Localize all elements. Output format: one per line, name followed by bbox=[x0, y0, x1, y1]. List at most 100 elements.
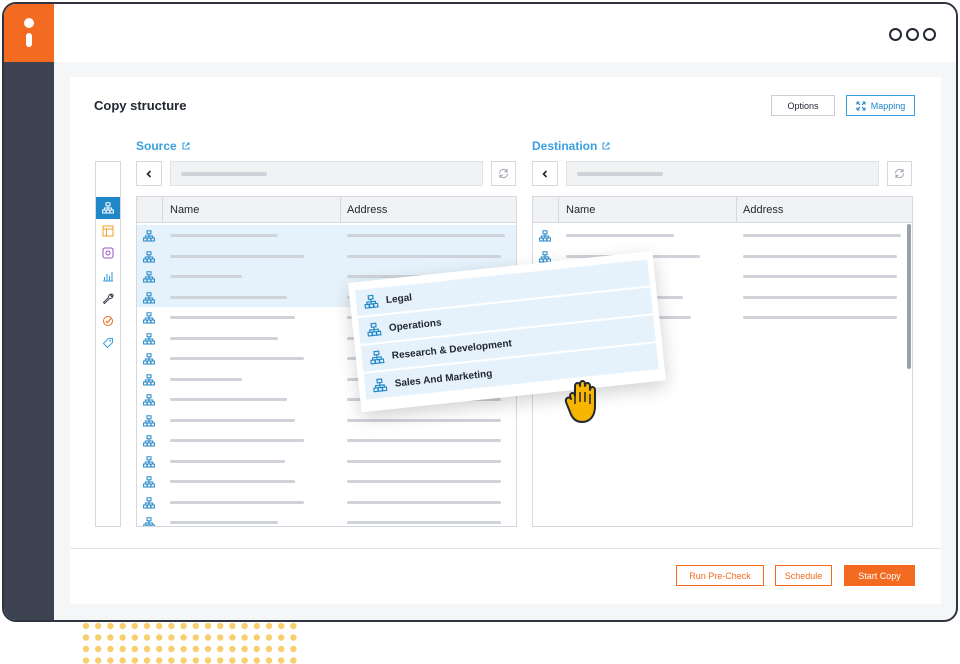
toolbar-item-tag[interactable] bbox=[96, 332, 120, 354]
decor-dot bbox=[180, 634, 187, 641]
decor-dot bbox=[290, 645, 297, 653]
decor-dot bbox=[168, 657, 175, 664]
source-col-address[interactable]: Address bbox=[347, 204, 387, 216]
decor-dot bbox=[131, 657, 138, 664]
source-refresh-button[interactable] bbox=[491, 161, 516, 186]
decor-dot bbox=[241, 622, 248, 630]
decor-dot bbox=[278, 645, 285, 653]
address-placeholder bbox=[743, 234, 901, 237]
decor-dot bbox=[204, 622, 212, 630]
decor-dot bbox=[143, 634, 151, 641]
decor-dot bbox=[107, 634, 114, 641]
toolbar-item-wrench[interactable] bbox=[96, 287, 120, 309]
name-placeholder bbox=[170, 459, 285, 463]
decor-dot bbox=[229, 657, 236, 664]
destination-title-text: Destination bbox=[532, 139, 598, 153]
decor-dot bbox=[217, 645, 224, 653]
hierarchy-icon-wrap bbox=[143, 434, 155, 452]
decor-dot bbox=[168, 622, 175, 630]
hierarchy-icon bbox=[143, 271, 155, 283]
name-placeholder bbox=[170, 398, 287, 401]
destination-back-button[interactable] bbox=[532, 161, 558, 186]
source-table-row[interactable] bbox=[137, 245, 516, 266]
three-dots-icon[interactable] bbox=[889, 28, 936, 41]
source-col-name[interactable]: Name bbox=[170, 204, 199, 216]
decor-dot bbox=[253, 657, 260, 664]
hierarchy-icon bbox=[143, 353, 155, 365]
destination-table-row[interactable] bbox=[533, 225, 912, 246]
decor-dot bbox=[95, 645, 102, 653]
decor-dot bbox=[253, 645, 260, 653]
destination-col-name[interactable]: Name bbox=[566, 204, 595, 216]
decor-dot bbox=[107, 622, 114, 630]
hierarchy-icon bbox=[539, 230, 551, 242]
name-placeholder bbox=[170, 254, 304, 258]
decor-dot bbox=[82, 645, 90, 653]
decor-dot bbox=[143, 657, 151, 664]
source-table-row[interactable] bbox=[137, 410, 516, 431]
name-placeholder bbox=[170, 336, 278, 340]
source-table-row[interactable] bbox=[137, 471, 516, 492]
address-placeholder bbox=[347, 459, 501, 463]
source-path-input[interactable] bbox=[170, 161, 483, 186]
destination-path-input[interactable] bbox=[566, 161, 879, 186]
toolbar-item-checkmark[interactable] bbox=[96, 310, 120, 332]
hierarchy-icon bbox=[143, 476, 155, 488]
toolbar-item-table[interactable] bbox=[96, 220, 120, 242]
run-precheck-button[interactable]: Run Pre-Check bbox=[676, 565, 764, 586]
address-placeholder bbox=[347, 521, 501, 524]
tag-icon bbox=[102, 338, 113, 349]
hierarchy-icon-wrap bbox=[143, 373, 155, 391]
address-placeholder bbox=[743, 275, 897, 278]
decor-dot bbox=[119, 622, 126, 630]
address-placeholder bbox=[347, 418, 501, 422]
info-icon bbox=[4, 4, 54, 62]
decor-dot bbox=[119, 657, 126, 664]
source-table-row[interactable] bbox=[137, 451, 516, 472]
decor-dot bbox=[229, 634, 236, 641]
decor-dot bbox=[180, 622, 187, 630]
decor-dot bbox=[82, 634, 90, 641]
hierarchy-icon bbox=[143, 455, 155, 467]
address-placeholder bbox=[347, 254, 501, 258]
decor-dot bbox=[192, 657, 199, 664]
options-button[interactable]: Options bbox=[771, 95, 835, 116]
refresh-icon bbox=[498, 168, 509, 179]
name-placeholder bbox=[170, 439, 304, 442]
toolbar-item-chart[interactable] bbox=[96, 265, 120, 287]
source-table-row[interactable] bbox=[137, 492, 516, 513]
schedule-button[interactable]: Schedule bbox=[775, 565, 832, 586]
decor-dot bbox=[241, 634, 248, 641]
address-placeholder bbox=[743, 295, 897, 299]
destination-refresh-button[interactable] bbox=[887, 161, 912, 186]
destination-col-address[interactable]: Address bbox=[743, 204, 783, 216]
hierarchy-icon-wrap bbox=[143, 414, 155, 432]
source-title[interactable]: Source bbox=[136, 139, 191, 153]
start-copy-button[interactable]: Start Copy bbox=[844, 565, 915, 586]
source-table-row[interactable] bbox=[137, 225, 516, 246]
decor-dot bbox=[217, 622, 224, 630]
decor-dot bbox=[119, 645, 126, 653]
left-rail bbox=[4, 62, 54, 620]
name-placeholder bbox=[566, 234, 674, 237]
mapping-button[interactable]: Mapping bbox=[846, 95, 915, 116]
source-table-row[interactable] bbox=[137, 430, 516, 451]
chevron-left-icon bbox=[146, 169, 152, 178]
hierarchy-icon-wrap bbox=[143, 516, 155, 526]
toolbar-item-hierarchy[interactable] bbox=[96, 197, 120, 219]
address-placeholder bbox=[743, 254, 897, 258]
decor-dot bbox=[241, 645, 248, 653]
destination-title[interactable]: Destination bbox=[532, 139, 611, 153]
decor-dot bbox=[253, 634, 260, 641]
drag-item-label: Research & Development bbox=[391, 337, 513, 362]
decor-dot bbox=[229, 645, 236, 653]
name-placeholder bbox=[170, 521, 278, 524]
toolbar-item-app[interactable] bbox=[96, 242, 120, 264]
grab-hand-icon bbox=[564, 380, 596, 423]
decor-dot bbox=[192, 622, 199, 630]
source-table-row[interactable] bbox=[137, 512, 516, 526]
address-placeholder bbox=[347, 234, 505, 237]
source-back-button[interactable] bbox=[136, 161, 162, 186]
hierarchy-icon-wrap bbox=[143, 455, 155, 473]
decor-dot bbox=[290, 657, 297, 664]
